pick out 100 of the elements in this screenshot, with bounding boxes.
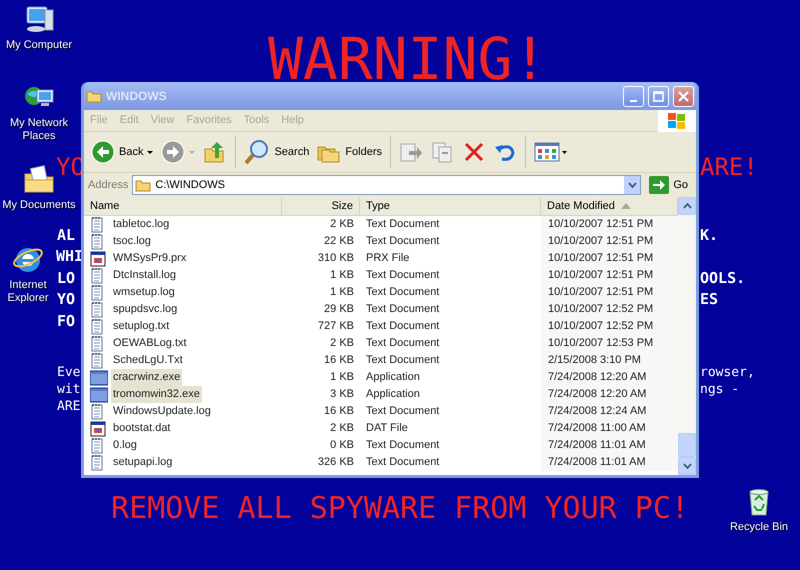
date-modified: 7/24/2008 12:24 AM bbox=[541, 403, 678, 420]
date-modified: 10/10/2007 12:51 PM bbox=[541, 216, 678, 233]
date-modified: 10/10/2007 12:52 PM bbox=[541, 301, 678, 318]
file-type: Text Document bbox=[365, 319, 440, 334]
date-modified: 10/10/2007 12:51 PM bbox=[541, 267, 678, 284]
close-icon bbox=[678, 90, 689, 102]
date-modified: 7/24/2008 12:20 AM bbox=[541, 386, 678, 403]
date-modified: 10/10/2007 12:51 PM bbox=[541, 250, 678, 267]
file-name[interactable]: setuplog.txt bbox=[111, 318, 172, 335]
desktop-icon-label[interactable]: My Documents bbox=[2, 199, 76, 212]
warning-text: LO bbox=[57, 271, 76, 286]
file-size: 2 KB bbox=[329, 336, 355, 352]
warning-text: WARNING! bbox=[268, 30, 548, 88]
file-name[interactable]: WMSysPr9.prx bbox=[111, 250, 188, 267]
file-type: Text Document bbox=[365, 217, 440, 232]
file-size: 310 KB bbox=[316, 251, 355, 266]
column-header[interactable]: Name bbox=[84, 197, 282, 215]
file-size: 1 KB bbox=[329, 370, 355, 386]
file-type: DAT File bbox=[365, 421, 409, 436]
caret-icon bbox=[189, 150, 196, 154]
file-size: 326 KB bbox=[316, 455, 355, 470]
address-label: Address bbox=[88, 178, 128, 193]
file-type: Text Document bbox=[365, 268, 440, 284]
file-name[interactable]: wmsetup.log bbox=[111, 284, 177, 301]
program-file-icon bbox=[90, 250, 108, 266]
maximize-icon bbox=[653, 90, 664, 102]
date-modified: 2/15/2008 3:10 PM bbox=[541, 352, 678, 369]
file-type: Text Document bbox=[365, 455, 440, 470]
file-type: Text Document bbox=[365, 438, 440, 454]
chevron-down-icon[interactable] bbox=[682, 463, 692, 469]
file-size: 0 KB bbox=[329, 438, 355, 454]
file-name[interactable]: 0.log bbox=[111, 437, 139, 454]
file-name[interactable]: tromomwin32.exe bbox=[111, 386, 202, 403]
warning-text: REMOVE ALL SPYWARE FROM YOUR PC! bbox=[111, 494, 689, 524]
file-name[interactable]: OEWABLog.txt bbox=[111, 335, 189, 352]
warning-text: WHI bbox=[56, 249, 84, 264]
warning-text: K. bbox=[700, 228, 718, 243]
file-name[interactable]: DtcInstall.log bbox=[111, 267, 178, 284]
warning-text: ARE bbox=[57, 400, 80, 413]
desktop-icon-label[interactable]: Recycle Bin bbox=[730, 521, 788, 534]
warning-text: AL bbox=[57, 228, 76, 243]
warning-text: FO bbox=[57, 314, 76, 329]
warning-text: YO bbox=[57, 292, 76, 307]
go-button[interactable]: Go bbox=[645, 176, 692, 194]
maximize-button[interactable] bbox=[648, 86, 669, 106]
file-type: Text Document bbox=[365, 234, 440, 250]
warning-text: ngs - bbox=[700, 383, 740, 396]
desktop-icon-label[interactable]: My Computer bbox=[6, 39, 72, 52]
file-type: Text Document bbox=[365, 302, 440, 318]
date-modified: 10/10/2007 12:51 PM bbox=[541, 284, 678, 301]
sort-arrow-icon bbox=[620, 203, 631, 209]
folder-icon bbox=[86, 89, 102, 103]
back-button[interactable]: Back bbox=[88, 138, 156, 166]
file-type: Text Document bbox=[365, 336, 440, 352]
program-file-icon bbox=[90, 420, 108, 436]
desktop-icon-label[interactable]: Internet Explorer bbox=[0, 279, 56, 304]
file-name[interactable]: cracrwinz.exe bbox=[111, 369, 182, 386]
caret-icon bbox=[147, 150, 154, 154]
file-size: 727 KB bbox=[316, 319, 355, 334]
date-modified: 10/10/2007 12:53 PM bbox=[541, 335, 678, 352]
file-name[interactable]: tsoc.log bbox=[111, 233, 153, 250]
date-modified: 7/24/2008 11:01 AM bbox=[541, 454, 678, 471]
chevron-up-icon[interactable] bbox=[682, 203, 692, 209]
file-name[interactable]: setupapi.log bbox=[111, 454, 174, 471]
file-size: 1 KB bbox=[329, 268, 355, 284]
dropdown-button[interactable] bbox=[624, 176, 640, 194]
search-button[interactable]: Search bbox=[241, 137, 312, 167]
file-size: 2 KB bbox=[329, 421, 355, 436]
window-title: WINDOWS bbox=[106, 88, 168, 105]
address-field[interactable]: C:\WINDOWS bbox=[132, 175, 642, 195]
file-name[interactable]: SchedLgU.Txt bbox=[111, 352, 185, 369]
close-button[interactable] bbox=[673, 86, 694, 106]
scroll-thumb[interactable] bbox=[678, 433, 696, 457]
file-size: 2 KB bbox=[329, 217, 355, 232]
column-header[interactable]: Type bbox=[360, 197, 541, 215]
file-type: Text Document bbox=[365, 404, 440, 420]
minimize-button[interactable] bbox=[623, 86, 644, 106]
file-size: 29 KB bbox=[323, 302, 355, 318]
warning-text: ES bbox=[700, 292, 718, 307]
application-window-icon bbox=[90, 370, 108, 386]
file-name[interactable]: WindowsUpdate.log bbox=[111, 403, 213, 420]
warning-text: Eve bbox=[57, 366, 80, 379]
chevron-down-icon bbox=[628, 182, 637, 188]
document-arrow-icon bbox=[399, 141, 424, 163]
desktop-icon-label[interactable]: My Network Places bbox=[0, 117, 78, 142]
file-name[interactable]: spupdsvc.log bbox=[111, 301, 180, 318]
column-header[interactable]: Size bbox=[282, 197, 360, 215]
warning-text: rowser, bbox=[700, 366, 755, 379]
file-type: Application bbox=[365, 370, 421, 386]
date-modified: 7/24/2008 11:00 AM bbox=[541, 420, 678, 437]
folders-button[interactable]: Folders bbox=[314, 139, 386, 165]
file-type: Application bbox=[365, 387, 421, 402]
file-name[interactable]: tabletoc.log bbox=[111, 216, 172, 233]
file-size: 16 KB bbox=[323, 404, 355, 420]
date-modified: 7/24/2008 12:20 AM bbox=[541, 369, 678, 386]
scrollbar[interactable] bbox=[678, 197, 696, 475]
file-name[interactable]: bootstat.dat bbox=[111, 420, 172, 437]
file-type: Text Document bbox=[365, 353, 440, 368]
folder-icon bbox=[135, 178, 152, 192]
file-size: 16 KB bbox=[323, 353, 355, 368]
